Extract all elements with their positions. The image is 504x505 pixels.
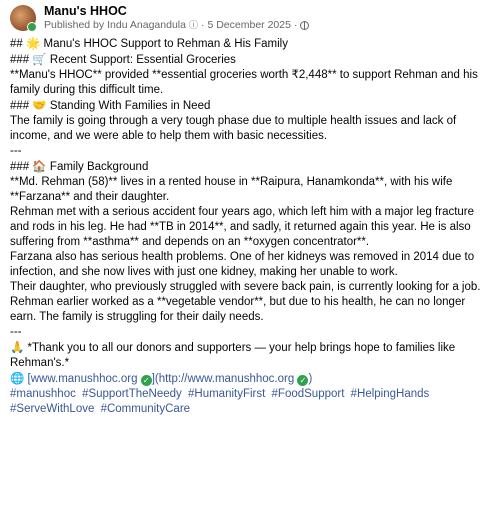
website-link[interactable]: [www.manushhoc.org [28, 373, 138, 385]
hashtag-link[interactable]: #ServeWithLove [10, 403, 94, 415]
heading-standing: ### 🤝 Standing With Families in Need [10, 98, 494, 114]
paragraph-groceries: **Manu's HHOC** provided **essential gro… [10, 69, 478, 96]
hashtag-link[interactable]: #manushhoc [10, 388, 76, 400]
paragraph-family-phase: The family is going through a very tough… [10, 115, 457, 142]
author-link[interactable]: Indu Anagandula [107, 19, 186, 32]
checkmark-icon: ✓ [140, 375, 152, 386]
paragraph-vendor: Rehman earlier worked as a **vegetable v… [10, 296, 466, 323]
post-date[interactable]: 5 December 2025 [207, 19, 290, 32]
facebook-post: Manu's HHOC Published by Indu Anagandula… [0, 0, 504, 505]
hashtag-link[interactable]: #SupportTheNeedy [82, 388, 182, 400]
markdown-prefix: ### [10, 161, 30, 173]
markdown-prefix: ### [10, 54, 30, 66]
hashtag-link[interactable]: #HelpingHands [351, 388, 430, 400]
thanks-text: *Thank you to all our donors and support… [10, 342, 456, 369]
markdown-prefix: ### [10, 100, 30, 112]
heading-text: Family Background [49, 161, 149, 173]
hashtag-link[interactable]: #FoodSupport [272, 388, 345, 400]
post-body: ## 🌟 Manu's HHOC Support to Rehman & His… [10, 36, 494, 417]
praying-hands-icon: 🙏 [10, 340, 25, 354]
heading-text: Manu's HHOC Support to Rehman & His Fami… [43, 38, 288, 50]
cart-icon: 🛒 [32, 52, 47, 66]
checkmark-icon: ✓ [297, 375, 309, 386]
thanks-line: 🙏 *Thank you to all our donors and suppo… [10, 340, 494, 371]
published-by-label: Published by [44, 19, 105, 31]
divider: --- [10, 145, 22, 157]
heading-text: Recent Support: Essential Groceries [49, 54, 236, 66]
link-close: ) [308, 373, 313, 385]
paragraph-farzana: Farzana also has serious health problems… [10, 251, 475, 278]
paragraph-accident: Rehman met with a serious accident four … [10, 206, 475, 248]
star-icon: 🌟 [26, 36, 41, 50]
house-icon: 🏠 [32, 159, 47, 173]
online-status-icon [27, 22, 37, 32]
website-link[interactable]: ](http://www.manushhoc.org [152, 373, 295, 385]
heading-support: ### 🛒 Recent Support: Essential Grocerie… [10, 52, 494, 68]
hashtag-link[interactable]: #CommunityCare [101, 403, 190, 415]
markdown-prefix: ## [10, 38, 23, 50]
post-subtitle: Published by Indu Anagandula ⓘ · 5 Decem… [44, 19, 310, 32]
page-name[interactable]: Manu's HHOC [44, 4, 309, 19]
handshake-icon: 🤝 [32, 98, 47, 112]
separator: · [293, 19, 298, 31]
divider: --- [10, 326, 22, 338]
heading-main: ## 🌟 Manu's HHOC Support to Rehman & His… [10, 36, 494, 52]
hashtags: #manushhoc #SupportTheNeedy #HumanityFir… [10, 387, 494, 417]
globe-emoji-icon: 🌐 [10, 371, 25, 385]
post-meta: Manu's HHOC Published by Indu Anagandula… [44, 4, 310, 32]
heading-background: ### 🏠 Family Background [10, 159, 494, 175]
globe-icon [300, 21, 310, 30]
paragraph-rehman-intro: **Md. Rehman (58)** lives in a rented ho… [10, 176, 453, 203]
hashtag-link[interactable]: #HumanityFirst [188, 388, 265, 400]
post-header: Manu's HHOC Published by Indu Anagandula… [10, 0, 494, 36]
separator: · [200, 19, 205, 31]
website-line: 🌐 [www.manushhoc.org ✓](http://www.manus… [10, 371, 494, 387]
info-icon[interactable]: ⓘ [189, 19, 198, 32]
heading-text: Standing With Families in Need [49, 100, 211, 112]
avatar[interactable] [10, 5, 37, 32]
paragraph-daughter: Their daughter, who previously struggled… [10, 281, 481, 293]
